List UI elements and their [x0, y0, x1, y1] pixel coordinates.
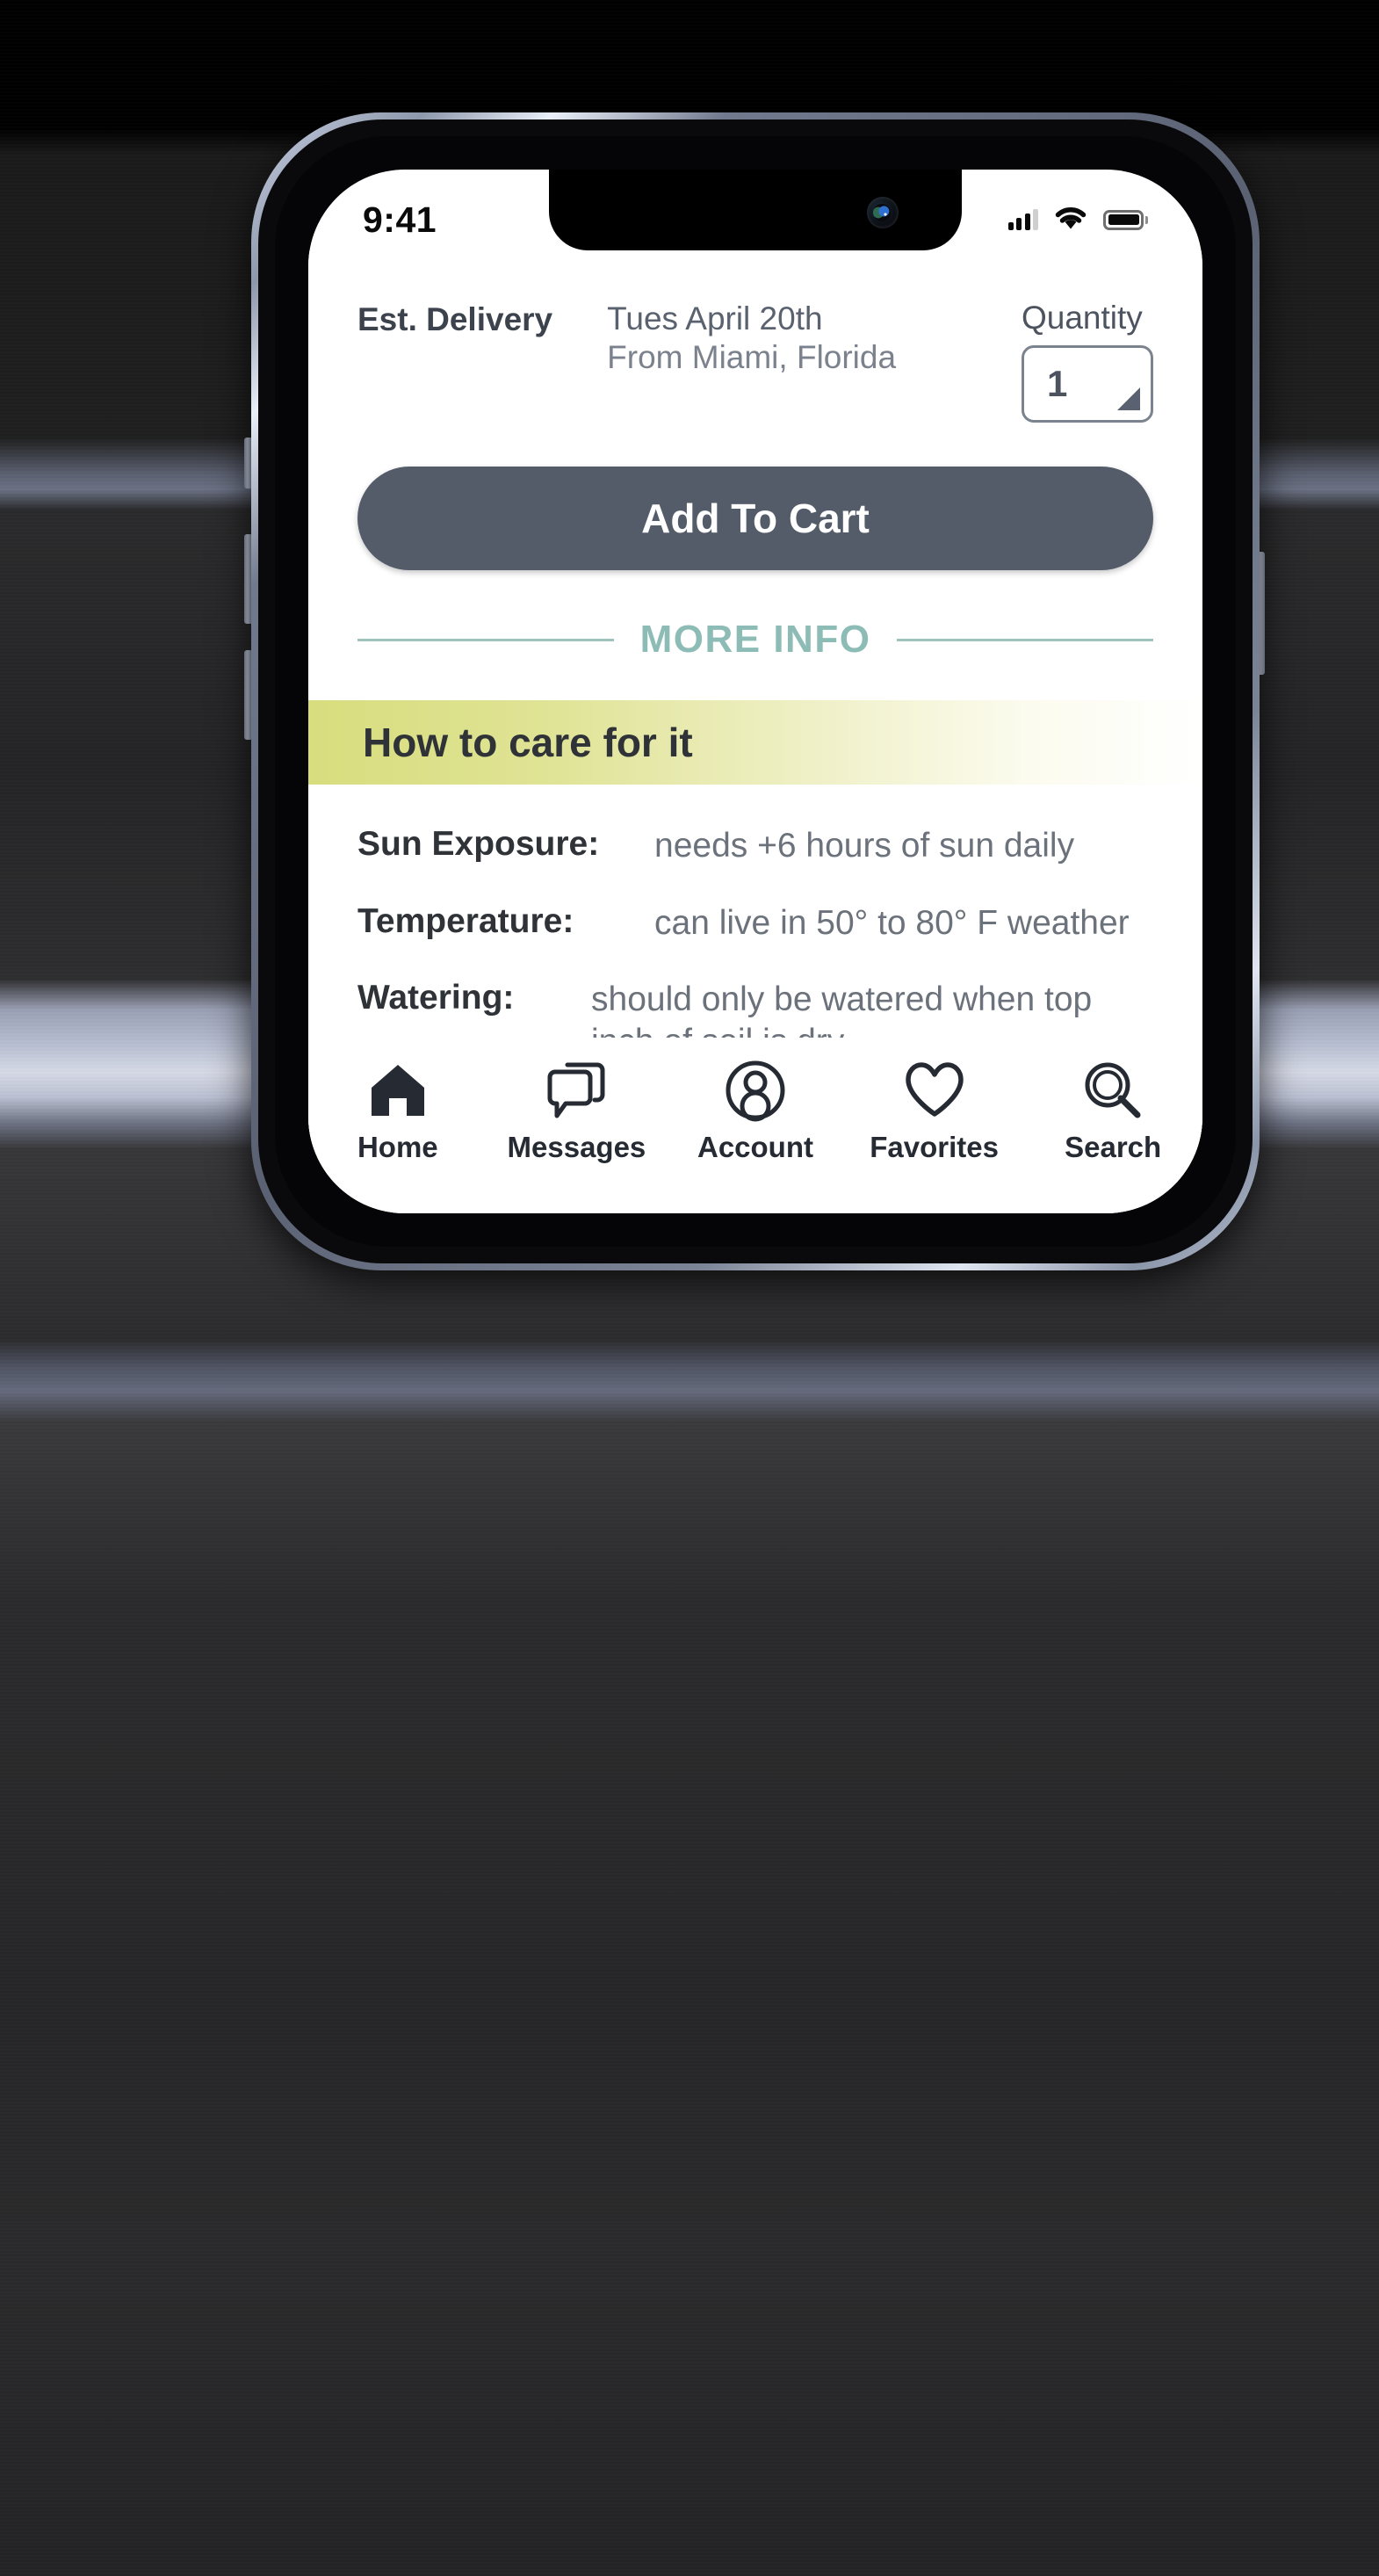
home-icon [366, 1059, 430, 1122]
wifi-icon [1053, 205, 1088, 235]
tab-home-label: Home [357, 1131, 438, 1163]
care-row: Temperature: can live in 50° to 80° F we… [357, 902, 1153, 944]
front-camera-icon [867, 197, 899, 228]
divider-line-right [897, 638, 1154, 641]
divider-line-left [357, 638, 614, 641]
quantity-label: Quantity [1022, 300, 1143, 336]
care-row: Sun Exposure: needs +6 hours of sun dail… [357, 825, 1153, 867]
delivery-label: Est. Delivery [357, 301, 553, 337]
tab-messages[interactable]: Messages [508, 1059, 646, 1164]
care-section-title: How to care for it [363, 720, 693, 765]
tab-account[interactable]: Account [690, 1059, 821, 1164]
add-to-cart-button[interactable]: Add To Cart [357, 467, 1153, 570]
status-time: 9:41 [363, 199, 437, 240]
tab-favorites-label: Favorites [870, 1131, 999, 1163]
chat-bubble-icon [545, 1059, 608, 1122]
quantity-stepper[interactable]: 1 [1022, 345, 1153, 423]
care-section-header: How to care for it [308, 700, 1202, 785]
tab-search-label: Search [1065, 1131, 1162, 1163]
care-row-value: can live in 50° to 80° F weather [654, 903, 1130, 942]
status-indicators [1007, 205, 1148, 235]
phone-screen: 9:41 Est. Delivery Tues April 20th From … [308, 170, 1202, 1213]
care-row-value: needs +6 hours of sun daily [654, 827, 1075, 865]
bottom-tab-bar: Home Messages Account Favorites Search [308, 1038, 1202, 1213]
heart-icon [902, 1059, 967, 1122]
delivery-date: Tues April 20th [607, 300, 823, 336]
phone-frame: 9:41 Est. Delivery Tues April 20th From … [123, 112, 1265, 1299]
notch [549, 170, 962, 250]
tab-home[interactable]: Home [332, 1059, 464, 1164]
cellular-signal-icon [1007, 209, 1038, 230]
battery-full-icon [1103, 209, 1148, 230]
care-section-body: Sun Exposure: needs +6 hours of sun dail… [308, 785, 1202, 1076]
care-row-key: Sun Exposure: [357, 825, 600, 863]
tab-favorites[interactable]: Favorites [869, 1059, 1000, 1164]
tab-search[interactable]: Search [1047, 1059, 1179, 1164]
delivery-details: Tues April 20th From Miami, Florida [607, 300, 896, 376]
tab-account-label: Account [697, 1131, 813, 1163]
search-magnifier-icon [1081, 1059, 1144, 1122]
device-inner-bezel: 9:41 Est. Delivery Tues April 20th From … [258, 119, 1253, 1263]
care-row-key: Watering: [357, 979, 515, 1017]
device-body: 9:41 Est. Delivery Tues April 20th From … [251, 112, 1260, 1270]
care-row-key: Temperature: [357, 901, 574, 940]
delivery-info-row: Est. Delivery Tues April 20th From Miami… [308, 250, 1202, 423]
more-info-divider: MORE INFO [357, 618, 1154, 662]
delivery-origin: From Miami, Florida [607, 338, 897, 375]
quantity-value: 1 [1047, 363, 1068, 404]
more-info-label: MORE INFO [639, 618, 871, 661]
account-person-icon [724, 1059, 787, 1122]
device-bezel: 9:41 Est. Delivery Tues April 20th From … [275, 136, 1236, 1247]
quantity-group: Quantity 1 [1022, 300, 1153, 423]
tab-messages-label: Messages [507, 1131, 646, 1163]
phone-mockup: 9:41 Est. Delivery Tues April 20th From … [123, 112, 1265, 1299]
app-content: Est. Delivery Tues April 20th From Miami… [308, 250, 1202, 1213]
chevron-down-icon [1117, 387, 1140, 410]
